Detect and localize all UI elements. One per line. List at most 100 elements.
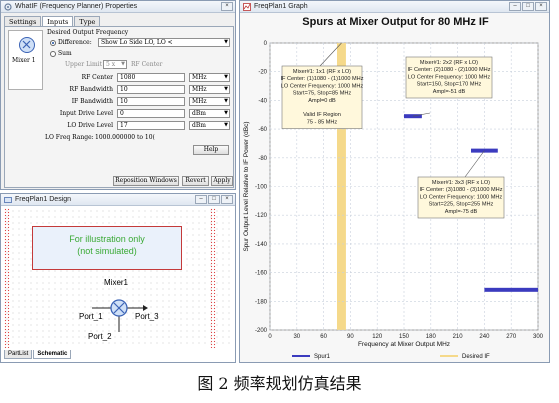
- annotation-line: Ampl=0 dB: [308, 98, 336, 104]
- if-bandwidth-label: IF Bandwidth: [71, 98, 113, 105]
- x-tick-label: 120: [372, 334, 383, 340]
- properties-titlebar[interactable]: WhatIF (Frequency Planner) Properties: [1, 1, 235, 13]
- close-icon[interactable]: ×: [221, 195, 233, 204]
- revert-button[interactable]: Revert: [182, 176, 209, 186]
- properties-panel: Mixer 1 Desired Output Frequency Differe…: [4, 26, 234, 188]
- chevron-down-icon: ▼: [224, 122, 228, 128]
- upper-limit-select[interactable]: 5 x ▼: [103, 60, 127, 69]
- port-2-label: Port_2: [88, 332, 112, 341]
- rf-bandwidth-label: RF Bandwidth: [69, 86, 113, 93]
- lo-drive-field[interactable]: 17: [117, 121, 185, 130]
- minimize-icon[interactable]: –: [509, 2, 521, 11]
- annotation-line: IF Center: (3)1080 - (3)1000 MHz: [419, 187, 502, 193]
- x-tick-label: 90: [347, 334, 354, 340]
- input-drive-field[interactable]: 0: [117, 109, 185, 118]
- input-drive-unit[interactable]: dBm ▼: [189, 109, 230, 118]
- chevron-down-icon: ▼: [224, 74, 228, 80]
- close-icon[interactable]: ×: [535, 2, 547, 11]
- x-tick-label: 150: [399, 334, 410, 340]
- rf-bandwidth-unit[interactable]: MHz ▼: [189, 85, 230, 94]
- x-tick-label: 30: [293, 334, 300, 340]
- lo-freq-range-value: 1000.000000 to 10(: [95, 134, 155, 141]
- if-bandwidth-field[interactable]: 10: [117, 97, 185, 106]
- x-tick-label: 210: [453, 334, 464, 340]
- schematic-canvas[interactable]: For illustration only (not simulated) Mi…: [4, 208, 234, 348]
- y-tick-label: -200: [255, 328, 268, 334]
- lo-drive-unit-value: dBm: [192, 122, 206, 129]
- upper-limit-value: 5 x: [106, 61, 116, 68]
- apply-button[interactable]: Apply: [211, 176, 233, 186]
- difference-radio[interactable]: [50, 40, 56, 46]
- rf-bandwidth-unit-value: MHz: [192, 86, 207, 93]
- spur-bar: [484, 287, 538, 292]
- upper-limit-label: Upper Limit: [65, 61, 102, 68]
- annotation-line: Start=75, Stop=85 MHz: [293, 91, 352, 97]
- lo-drive-unit[interactable]: dBm ▼: [189, 121, 230, 130]
- mixer-icon: [19, 37, 35, 53]
- reposition-windows-button[interactable]: Reposition Windows: [113, 176, 179, 186]
- properties-title: WhatIF (Frequency Planner) Properties: [15, 3, 138, 10]
- x-tick-label: 60: [320, 334, 327, 340]
- chevron-down-icon: ▼: [224, 110, 228, 116]
- y-tick-label: -120: [255, 213, 268, 219]
- section-label: Desired Output Frequency: [47, 29, 129, 36]
- y-tick-label: -180: [255, 299, 268, 305]
- port-3-label: Port_3: [135, 312, 159, 321]
- rf-center-field[interactable]: 1080: [117, 73, 185, 82]
- tab-schematic[interactable]: Schematic: [33, 350, 72, 359]
- x-tick-label: 0: [268, 334, 272, 340]
- difference-select[interactable]: Show Lo Side LO, LO < ▼: [98, 38, 230, 47]
- difference-label: Difference:: [58, 39, 92, 46]
- mixer-list-item[interactable]: Mixer 1: [12, 57, 36, 64]
- y-tick-label: 0: [264, 41, 268, 47]
- rf-bandwidth-field[interactable]: 10: [117, 85, 185, 94]
- graph-window: FreqPlan1 Graph – □ × Spurs at Mixer Out…: [239, 0, 550, 363]
- annotation-line: 75 - 85 MHz: [307, 119, 338, 125]
- x-tick-label: 180: [426, 334, 437, 340]
- legend-label-desired-if: Desired IF: [462, 354, 490, 360]
- graph-title: FreqPlan1 Graph: [254, 3, 308, 10]
- maximize-icon[interactable]: □: [208, 195, 220, 204]
- annotation-line: IF Center: (2)1080 - (2)1000 MHz: [407, 67, 490, 73]
- input-drive-label: Input Drive Level: [59, 110, 113, 117]
- chevron-down-icon: ▼: [224, 86, 228, 92]
- tab-type[interactable]: Type: [74, 16, 101, 26]
- help-button[interactable]: Help: [193, 145, 229, 155]
- if-bandwidth-unit[interactable]: MHz ▼: [189, 97, 230, 106]
- maximize-icon[interactable]: □: [522, 2, 534, 11]
- minimize-icon[interactable]: –: [195, 195, 207, 204]
- lo-freq-range-label: LO Freq Range:: [45, 134, 94, 141]
- sum-radio[interactable]: [50, 51, 56, 57]
- figure-caption: 图 2 频率规划仿真结果: [197, 374, 362, 393]
- y-tick-label: -140: [255, 242, 268, 248]
- graph-icon: [243, 2, 251, 11]
- legend-label-spur1: Spur1: [314, 354, 331, 360]
- if-bandwidth-unit-value: MHz: [192, 98, 207, 105]
- y-tick-label: -80: [258, 156, 267, 162]
- y-axis-label: Spur Output Level Relative to IF Power (…: [243, 121, 250, 251]
- y-tick-label: -100: [255, 185, 268, 191]
- annotation-line: Start=225, Stop=255 MHz: [429, 202, 494, 208]
- annotation-line: Ampl=-51 dB: [433, 89, 466, 95]
- rf-center-suffix: RF Center: [131, 61, 163, 68]
- y-tick-label: -40: [258, 98, 267, 104]
- graph-titlebar[interactable]: FreqPlan1 Graph: [240, 1, 549, 13]
- tab-partlist[interactable]: PartList: [4, 350, 33, 359]
- chevron-down-icon: ▼: [224, 39, 228, 45]
- x-tick-label: 300: [533, 334, 544, 340]
- mixer-list[interactable]: Mixer 1: [8, 30, 43, 90]
- lo-drive-label: LO Drive Level: [67, 122, 113, 129]
- properties-window: WhatIF (Frequency Planner) Properties × …: [0, 0, 236, 190]
- spur-chart[interactable]: 0-20-40-60-80-100-120-140-160-180-2000 30…: [240, 13, 550, 363]
- annotation-line: LO Center Frequency: 1000 MHz: [281, 83, 364, 89]
- annotation-line: Mixer#1: 1x1 (RF x LO): [293, 69, 351, 75]
- mixer-schematic[interactable]: [4, 208, 234, 348]
- y-tick-label: -60: [258, 127, 267, 133]
- tab-settings[interactable]: Settings: [4, 16, 42, 26]
- input-drive-unit-value: dBm: [192, 110, 206, 117]
- close-icon[interactable]: ×: [221, 2, 233, 11]
- rf-center-unit-value: MHz: [192, 74, 207, 81]
- rf-center-unit[interactable]: MHz ▼: [189, 73, 230, 82]
- rf-center-label: RF Center: [81, 74, 113, 81]
- tab-inputs[interactable]: Inputs: [42, 16, 74, 26]
